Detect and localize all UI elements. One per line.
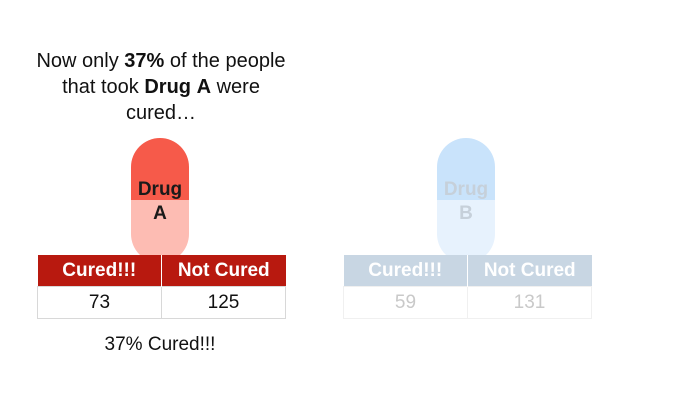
drug-a-values-row: 73 125	[37, 286, 286, 319]
caption-percent: 37%	[124, 50, 165, 72]
caption-text: Now only 37% of the people that took Dru…	[30, 48, 292, 126]
drug-a-header-cured: Cured!!!	[37, 255, 162, 287]
caption-pre: Now only	[36, 50, 125, 72]
drug-a-label: Drug A	[131, 178, 189, 226]
drug-a-header-not-cured: Not Cured	[161, 255, 286, 287]
drug-a-results-table: Cured!!! Not Cured 73 125	[37, 255, 286, 319]
caption-drug-word: Drug	[144, 76, 192, 98]
drug-a-label-line1: Drug	[137, 179, 183, 200]
drug-b-label-line2: B	[459, 203, 473, 224]
drug-b-not-cured-count: 131	[467, 286, 592, 319]
drug-a-header-row: Cured!!! Not Cured	[37, 255, 286, 287]
drug-a-summary: 37% Cured!!!	[104, 334, 216, 355]
caption-drug-letter: A	[196, 76, 212, 98]
drug-b-label: Drug B	[437, 178, 495, 226]
drug-b-header-row: Cured!!! Not Cured	[343, 255, 592, 287]
drug-a-pill-icon: Drug A	[131, 138, 189, 263]
drug-b-header-not-cured: Not Cured	[467, 255, 592, 287]
drug-b-header-cured: Cured!!!	[343, 255, 468, 287]
drug-b-values-row: 59 131	[343, 286, 592, 319]
drug-b-label-line1: Drug	[443, 179, 489, 200]
drug-b-results-table: Cured!!! Not Cured 59 131	[343, 255, 592, 319]
drug-b-pill-icon: Drug B	[437, 138, 495, 263]
drug-a-label-line2: A	[153, 203, 167, 224]
drug-a-not-cured-count: 125	[161, 286, 286, 319]
drug-a-cured-count: 73	[37, 286, 162, 319]
drug-b-cured-count: 59	[343, 286, 468, 319]
